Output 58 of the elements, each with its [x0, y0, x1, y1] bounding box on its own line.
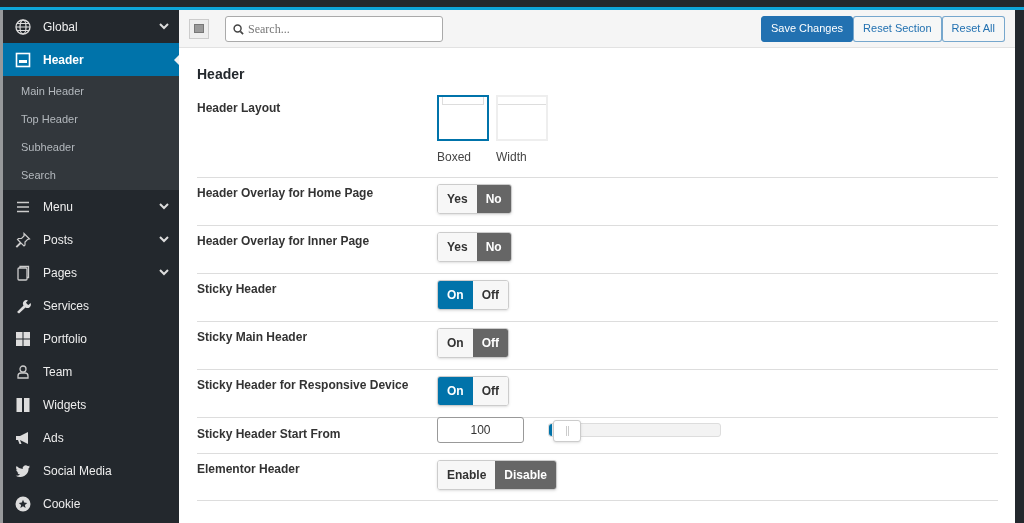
sidebar-item[interactable]: Posts	[3, 223, 179, 256]
field-label: Elementor Header	[197, 461, 301, 478]
sidebar-item[interactable]: Global	[3, 10, 179, 43]
field-label: Sticky Header Start From	[197, 426, 342, 443]
layout-option[interactable]	[437, 95, 489, 141]
toggle-option[interactable]: On	[438, 281, 473, 309]
submenu-item[interactable]: Subheader	[3, 133, 179, 161]
sidebar-item[interactable]: Services	[3, 289, 179, 322]
field-label: Header Layout	[197, 100, 282, 117]
toggle-option[interactable]: Yes	[438, 185, 477, 213]
option-caption: Boxed	[437, 149, 473, 166]
layout-icon	[15, 51, 31, 68]
pushpin-icon	[15, 231, 31, 248]
sidebar-item[interactable]: Ads	[3, 421, 179, 454]
toggle-option[interactable]: Yes	[438, 233, 477, 261]
columns-icon	[15, 396, 31, 413]
search-icon	[233, 23, 244, 35]
toggle-option[interactable]: On	[438, 377, 473, 405]
reset-button[interactable]: Reset All	[941, 15, 1005, 42]
layout-toggle-icon[interactable]	[189, 18, 209, 39]
wrench-icon	[15, 297, 31, 314]
section-title: Header	[197, 65, 246, 84]
search-field[interactable]: Search...	[225, 16, 443, 42]
sidebar-item[interactable]: Cookie	[3, 487, 179, 520]
reset-button[interactable]: Reset Section	[853, 15, 942, 42]
field-label: Header Overlay for Home Page	[197, 185, 375, 202]
field-label: Header Overlay for Inner Page	[197, 233, 371, 250]
field-label: Sticky Main Header	[197, 329, 309, 346]
megaphone-icon	[15, 429, 31, 446]
toggle-option[interactable]: Off	[472, 329, 508, 357]
sidebar-item[interactable]: Header	[3, 43, 179, 76]
toggle-option[interactable]: No	[476, 233, 511, 261]
sidebar-item[interactable]: Pages	[3, 256, 179, 289]
option-caption: Width	[496, 149, 528, 166]
globe-icon	[15, 18, 31, 35]
sidebar-item[interactable]: Social Media	[3, 454, 179, 487]
toggle-option[interactable]: Disable	[495, 461, 557, 489]
submenu-item[interactable]: Main Header	[3, 77, 179, 105]
toggle-option[interactable]: Off	[472, 281, 508, 309]
submenu-item[interactable]: Top Header	[3, 105, 179, 133]
toggle-option[interactable]: Enable	[438, 461, 496, 489]
toggle-option[interactable]: On	[438, 329, 473, 357]
toggle-option[interactable]: Off	[472, 377, 508, 405]
person-icon	[15, 363, 31, 380]
sidebar-item[interactable]: Team	[3, 355, 179, 388]
slider-handle[interactable]	[553, 420, 582, 442]
toggle-option[interactable]: No	[476, 185, 511, 213]
grid-icon	[15, 330, 31, 347]
sidebar-item[interactable]: Widgets	[3, 388, 179, 421]
save-button[interactable]: Save Changes	[760, 15, 854, 42]
number-field[interactable]: 100	[437, 417, 524, 443]
sidebar-item[interactable]: Portfolio	[3, 322, 179, 355]
field-label: Sticky Header	[197, 281, 278, 298]
sidebar-item[interactable]: Menu	[3, 190, 179, 223]
pages-icon	[15, 264, 31, 281]
field-label: Sticky Header for Responsive Device	[197, 377, 410, 394]
submenu-item[interactable]: Search	[3, 161, 179, 189]
bird-icon	[15, 462, 31, 479]
